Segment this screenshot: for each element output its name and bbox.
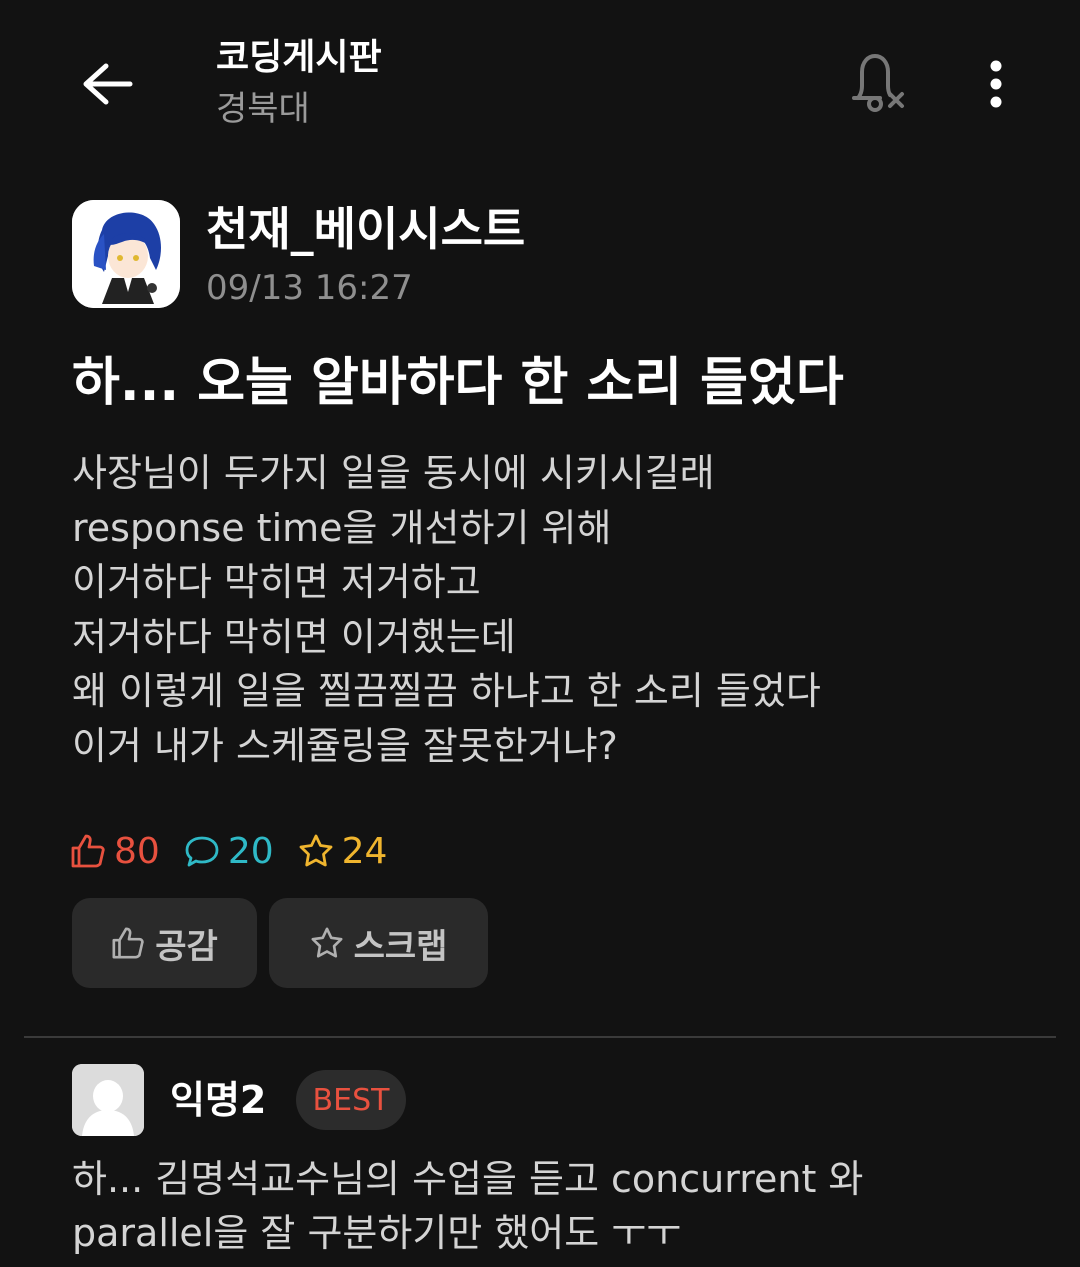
post-title: 하... 오늘 알바하다 한 소리 들었다 [72,353,844,413]
post-body-line: 왜 이렇게 일을 찔끔찔끔 하냐고 한 소리 들었다 [72,669,821,714]
post-body-line: 저거하다 막히면 이거했는데 [72,614,516,659]
thumbs-up-icon [112,927,144,959]
comment-count: 20 [184,831,274,872]
arrow-left-icon [83,63,133,105]
like-count-value: 80 [114,830,160,872]
thumbs-up-icon [71,834,105,868]
star-icon [299,834,333,867]
board-header: 코딩게시판 경북대 [216,34,382,134]
like-count: 80 [70,831,160,872]
anonymous-avatar-icon [72,1064,144,1136]
best-badge: BEST [296,1070,406,1130]
notification-toggle-button[interactable] [846,50,910,118]
scrap-count: 24 [298,830,388,872]
post-timestamp: 09/13 16:27 [206,268,413,308]
post-body-line: 이거 내가 스케쥴링을 잘못한거냐? [72,723,618,768]
scrap-button[interactable]: 스크랩 [269,898,488,988]
post-body: 사장님이 두가지 일을 동시에 시키시길래 response time을 개선하… [72,446,1012,774]
app-header: 코딩게시판 경북대 [0,0,1080,170]
speech-bubble-icon [185,836,219,867]
comment-body-line: 하... 김명석교수님의 수업을 듣고 concurrent 와 [72,1157,864,1201]
post-body-line: 이거하다 막히면 저거하고 [72,560,481,605]
more-vertical-icon [990,60,1002,108]
post-body-line: response time을 개선하기 위해 [72,505,612,550]
author-name: 천재_베이시스트 [206,202,526,256]
more-options-button[interactable] [972,52,1020,116]
scrap-count-value: 24 [341,830,388,872]
comment-author: 익명2 [170,1078,267,1122]
post-stats: 80 20 24 [70,826,411,876]
like-button[interactable]: 공감 [72,898,257,988]
star-icon [311,927,343,958]
comment-body-line: parallel을 잘 구분하기만 했어도 ㅜㅜ [72,1211,682,1255]
board-title: 코딩게시판 [216,37,382,78]
back-button[interactable] [78,56,138,112]
comment-count-value: 20 [227,830,274,872]
section-divider [24,1036,1056,1038]
post-body-line: 사장님이 두가지 일을 동시에 시키시길래 [72,451,715,495]
board-subtitle: 경북대 [216,89,310,129]
avatar [72,200,180,308]
post-author: 천재_베이시스트 09/13 16:27 [72,200,972,308]
scrap-button-label: 스크랩 [353,926,448,967]
comment-body: 하... 김명석교수님의 수업을 듣고 concurrent 와 paralle… [72,1152,1032,1260]
bell-off-icon [852,53,904,112]
like-button-label: 공감 [155,926,218,967]
